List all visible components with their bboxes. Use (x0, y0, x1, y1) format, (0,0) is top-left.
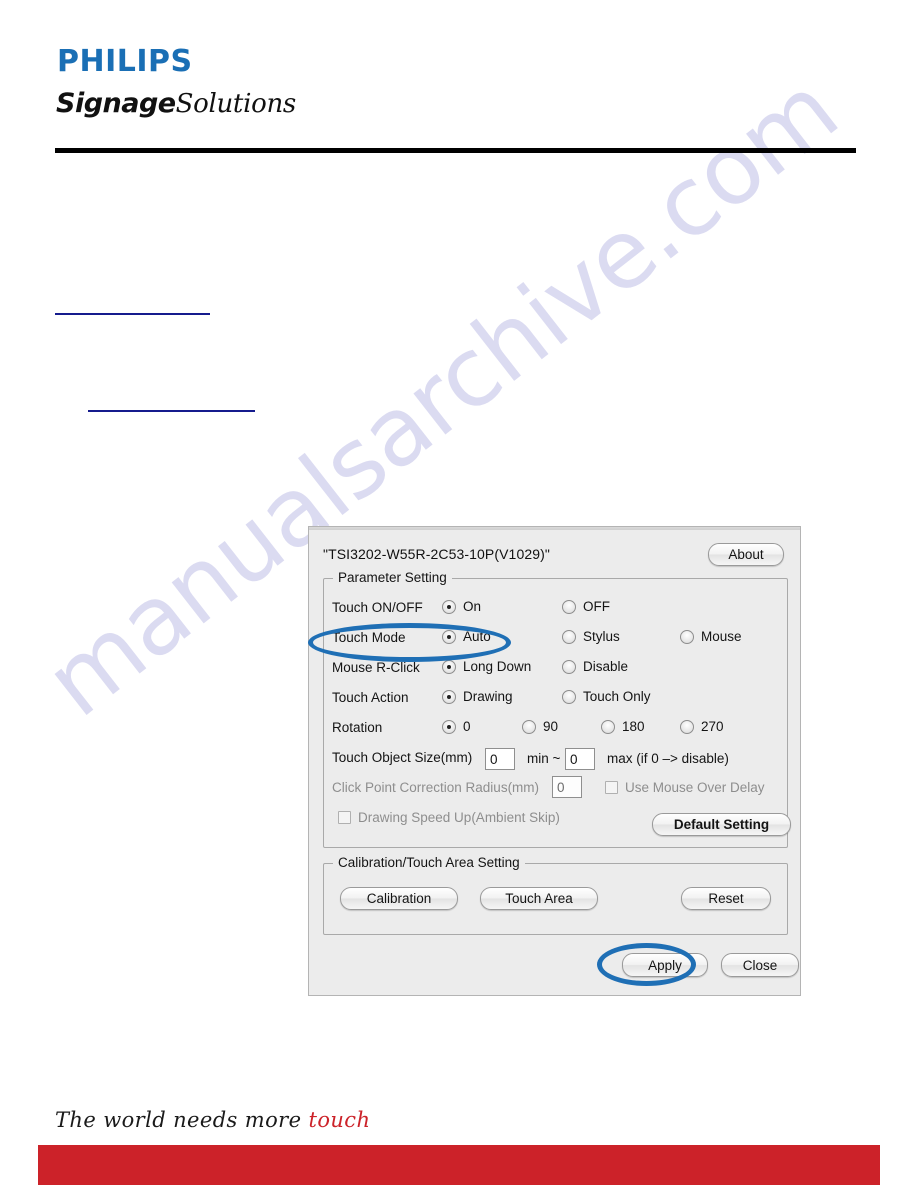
radio-label: OFF (583, 599, 610, 614)
mouse-rclick-label: Mouse R-Click (332, 660, 420, 675)
checkbox-icon (338, 811, 351, 824)
touch-settings-dialog: "TSI3202-W55R-2C53-10P(V1029)" About Par… (308, 526, 801, 996)
solutions-word: Solutions (175, 89, 297, 119)
touch-action-label: Touch Action (332, 690, 409, 705)
touch-onoff-label: Touch ON/OFF (332, 600, 423, 615)
radio-dot-icon (680, 719, 694, 734)
radio-mouse-rclick-disable[interactable]: Disable (562, 659, 628, 674)
radio-label: Long Down (463, 659, 532, 674)
footer-tagline: The world needs more touch (55, 1108, 370, 1132)
radio-dot-icon (442, 689, 456, 704)
row-touch-object-size: Touch Object Size(mm) 0 min ~ 0 max (if … (324, 745, 787, 775)
dialog-titlebar (309, 527, 800, 530)
row-mouse-rclick: Mouse R-Click Long Down Disable (324, 655, 787, 685)
calibration-button[interactable]: Calibration (340, 887, 458, 910)
radio-dot-icon (522, 719, 536, 734)
radio-label: Auto (463, 629, 491, 644)
header-divider-rule (55, 148, 856, 153)
touch-object-size-mid-label: min ~ (527, 751, 561, 766)
radio-touch-mode-mouse[interactable]: Mouse (680, 629, 742, 644)
apply-button[interactable]: Apply (622, 953, 708, 977)
touch-object-size-min-input[interactable]: 0 (485, 748, 515, 770)
click-point-correction-input[interactable]: 0 (552, 776, 582, 798)
radio-dot-icon (680, 629, 694, 644)
checkbox-label: Use Mouse Over Delay (625, 780, 765, 795)
radio-dot-icon (442, 599, 456, 614)
radio-dot-icon (562, 659, 576, 674)
row-touch-action: Touch Action Drawing Touch Only (324, 685, 787, 715)
touch-object-size-max-input[interactable]: 0 (565, 748, 595, 770)
click-point-correction-label: Click Point Correction Radius(mm) (332, 780, 540, 795)
tagline-prefix: The world needs more (55, 1108, 309, 1132)
radio-touch-action-touch-only[interactable]: Touch Only (562, 689, 651, 704)
radio-label: Stylus (583, 629, 620, 644)
radio-label: 270 (701, 719, 724, 734)
touch-area-button[interactable]: Touch Area (480, 887, 598, 910)
radio-dot-icon (442, 719, 456, 734)
close-button[interactable]: Close (721, 953, 799, 977)
checkbox-label: Drawing Speed Up(Ambient Skip) (358, 810, 560, 825)
radio-label: 0 (463, 719, 471, 734)
philips-logo-wordmark: PHILIPS (57, 44, 193, 79)
calibration-touch-area-group: Calibration/Touch Area Setting Calibrati… (323, 855, 788, 935)
radio-label: Disable (583, 659, 629, 674)
radio-label: 90 (543, 719, 559, 734)
touch-object-size-suffix-label: max (if 0 –> disable) (607, 751, 729, 766)
radio-label: Mouse (701, 629, 742, 644)
radio-label: 180 (622, 719, 645, 734)
radio-rotation-270[interactable]: 270 (680, 719, 724, 734)
default-setting-button[interactable]: Default Setting (652, 813, 791, 836)
radio-touch-off[interactable]: OFF (562, 599, 610, 614)
radio-dot-icon (562, 599, 576, 614)
signage-solutions-logo: SignageSolutions (56, 88, 296, 119)
signage-word: Signage (56, 88, 176, 119)
radio-label: On (463, 599, 482, 614)
reset-button[interactable]: Reset (681, 887, 771, 910)
radio-touch-mode-auto[interactable]: Auto (442, 629, 491, 644)
row-rotation: Rotation 0 90 180 270 (324, 715, 787, 745)
checkbox-icon (605, 781, 618, 794)
tagline-accent: touch (308, 1108, 371, 1132)
footer-red-bar (38, 1145, 880, 1185)
radio-touch-mode-stylus[interactable]: Stylus (562, 629, 620, 644)
radio-touch-action-drawing[interactable]: Drawing (442, 689, 513, 704)
row-touch-mode: Touch Mode Auto Stylus Mouse (324, 625, 787, 655)
radio-dot-icon (562, 629, 576, 644)
radio-dot-icon (601, 719, 615, 734)
radio-mouse-rclick-long-down[interactable]: Long Down (442, 659, 531, 674)
radio-rotation-0[interactable]: 0 (442, 719, 471, 734)
calibration-group-label: Calibration/Touch Area Setting (333, 855, 525, 870)
drawing-speed-up-checkbox[interactable]: Drawing Speed Up(Ambient Skip) (338, 810, 560, 825)
hyperlink-underline-lower[interactable] (88, 410, 255, 412)
radio-rotation-180[interactable]: 180 (601, 719, 645, 734)
touch-mode-label: Touch Mode (332, 630, 406, 645)
radio-rotation-90[interactable]: 90 (522, 719, 558, 734)
row-touch-onoff: Touch ON/OFF On OFF (324, 595, 787, 625)
row-click-point-correction: Click Point Correction Radius(mm) 0 Use … (324, 775, 787, 805)
radio-touch-on[interactable]: On (442, 599, 481, 614)
touch-object-size-label: Touch Object Size(mm) (332, 750, 473, 765)
about-button[interactable]: About (708, 543, 784, 566)
parameter-setting-group: Parameter Setting Touch ON/OFF On OFF To… (323, 570, 791, 848)
radio-label: Drawing (463, 689, 513, 704)
parameter-setting-group-label: Parameter Setting (333, 570, 452, 585)
device-id-row: "TSI3202-W55R-2C53-10P(V1029)" About (309, 535, 800, 575)
hyperlink-underline-upper[interactable] (55, 313, 210, 315)
page-header: PHILIPS SignageSolutions (0, 0, 918, 170)
radio-dot-icon (442, 659, 456, 674)
use-mouse-over-delay-checkbox[interactable]: Use Mouse Over Delay (605, 780, 765, 795)
radio-label: Touch Only (583, 689, 651, 704)
rotation-label: Rotation (332, 720, 383, 735)
radio-dot-icon (562, 689, 576, 704)
device-id-label: "TSI3202-W55R-2C53-10P(V1029)" (323, 546, 550, 562)
radio-dot-icon (442, 629, 456, 644)
